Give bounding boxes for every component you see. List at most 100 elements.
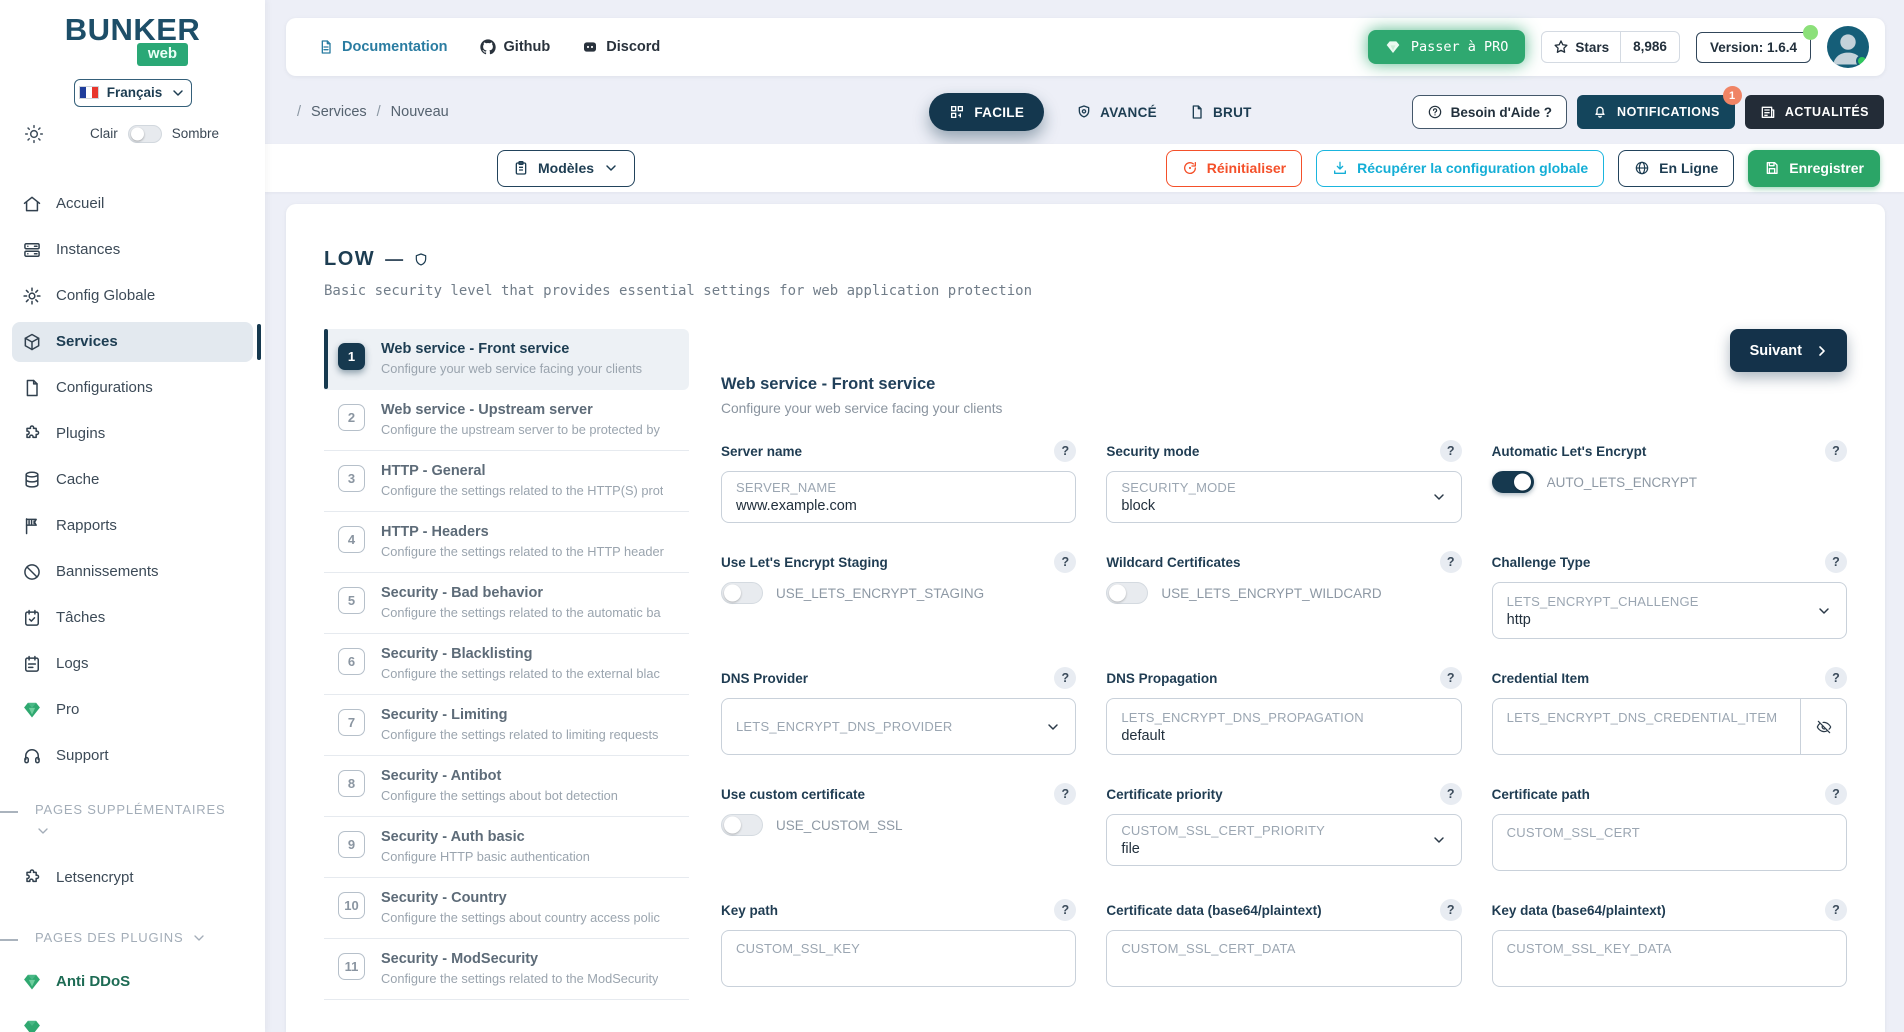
help-icon[interactable]: ? <box>1054 551 1076 573</box>
wizard-step-3[interactable]: 3 HTTP - General Configure the settings … <box>324 451 689 512</box>
help-icon[interactable]: ? <box>1054 899 1076 921</box>
input-placeholder: LETS_ENCRYPT_DNS_CREDENTIAL_ITEM <box>1507 710 1778 725</box>
field-lets-encrypt-staging: Use Let's Encrypt Staging ? USE_LETS_ENC… <box>721 551 1076 639</box>
tab-facile[interactable]: FACILE <box>929 93 1044 131</box>
use-custom-ssl-toggle[interactable] <box>721 814 763 836</box>
sidebar-item-cache[interactable]: Cache <box>12 460 253 500</box>
help-button[interactable]: Besoin d'Aide ? <box>1412 95 1567 129</box>
language-selector[interactable]: Français <box>74 79 192 107</box>
help-icon[interactable]: ? <box>1825 899 1847 921</box>
breadcrumb-services[interactable]: Services <box>311 104 367 120</box>
sidebar-item-taches[interactable]: Tâches <box>12 598 253 638</box>
security-mode-select[interactable]: SECURITY_MODE block <box>1106 471 1461 523</box>
wizard-step-8[interactable]: 8 Security - Antibot Configure the setti… <box>324 756 689 817</box>
toggle-visibility-button[interactable] <box>1800 699 1846 754</box>
help-icon[interactable]: ? <box>1825 440 1847 462</box>
field-dns-provider: DNS Provider ? LETS_ENCRYPT_DNS_PROVIDER <box>721 667 1076 755</box>
upgrade-pro-button[interactable]: Passer à PRO <box>1368 30 1526 64</box>
wizard-step-6[interactable]: 6 Security - Blacklisting Configure the … <box>324 634 689 695</box>
security-level-description: Basic security level that provides essen… <box>324 283 1847 299</box>
certificate-priority-select[interactable]: CUSTOM_SSL_CERT_PRIORITY file <box>1106 814 1461 866</box>
help-icon[interactable]: ? <box>1825 667 1847 689</box>
input-placeholder: LETS_ENCRYPT_CHALLENGE <box>1507 594 1804 609</box>
wizard-step-10[interactable]: 10 Security - Country Configure the sett… <box>324 878 689 939</box>
wizard-step-7[interactable]: 7 Security - Limiting Configure the sett… <box>324 695 689 756</box>
key-path-textarea[interactable]: CUSTOM_SSL_KEY <box>721 930 1076 987</box>
sidebar-item-bannissements[interactable]: Bannissements <box>12 552 253 592</box>
sidebar-item-support[interactable]: Support <box>12 736 253 776</box>
sidebar-item-anti-ddos[interactable]: Anti DDoS <box>12 962 253 1002</box>
sidebar-item-letsencrypt[interactable]: Letsencrypt <box>12 858 253 898</box>
sidebar-item-cropped[interactable] <box>12 1008 253 1032</box>
sidebar-item-rapports[interactable]: Rapports <box>12 506 253 546</box>
help-icon[interactable]: ? <box>1440 667 1462 689</box>
tab-avance[interactable]: AVANCÉ <box>1076 104 1157 120</box>
wildcard-certificates-toggle[interactable] <box>1106 582 1148 604</box>
news-button[interactable]: ACTUALITÉS <box>1745 95 1884 129</box>
sidebar-item-instances[interactable]: Instances <box>12 230 253 270</box>
lets-encrypt-staging-toggle[interactable] <box>721 582 763 604</box>
help-icon[interactable]: ? <box>1054 667 1076 689</box>
avatar[interactable] <box>1827 26 1869 68</box>
auto-lets-encrypt-toggle[interactable] <box>1492 471 1534 493</box>
dns-propagation-input[interactable]: LETS_ENCRYPT_DNS_PROPAGATION default <box>1106 698 1461 755</box>
chevron-down-icon[interactable] <box>35 823 51 839</box>
wizard-step-5[interactable]: 5 Security - Bad behavior Configure the … <box>324 573 689 634</box>
help-icon[interactable]: ? <box>1440 899 1462 921</box>
field-label: Certificate path <box>1492 787 1590 802</box>
help-icon[interactable]: ? <box>1825 551 1847 573</box>
sidebar-item-config-globale[interactable]: Config Globale <box>12 276 253 316</box>
notifications-button[interactable]: NOTIFICATIONS 1 <box>1577 95 1735 129</box>
wizard-step-2[interactable]: 2 Web service - Upstream server Configur… <box>324 390 689 451</box>
save-icon <box>1764 160 1780 176</box>
wizard-step-4[interactable]: 4 HTTP - Headers Configure the settings … <box>324 512 689 573</box>
field-server-name: Server name ? SERVER_NAME www.example.co… <box>721 440 1076 523</box>
sidebar-item-pro[interactable]: Pro <box>12 690 253 730</box>
sidebar-item-plugins[interactable]: Plugins <box>12 414 253 454</box>
help-icon[interactable]: ? <box>1440 783 1462 805</box>
discord-link[interactable]: Discord <box>582 39 660 55</box>
server-name-input[interactable]: SERVER_NAME www.example.com <box>721 471 1076 523</box>
wizard-step-1[interactable]: 1 Web service - Front service Configure … <box>324 329 689 390</box>
github-stars-badge[interactable]: Stars 8,986 <box>1541 31 1680 63</box>
credential-item-input[interactable]: LETS_ENCRYPT_DNS_CREDENTIAL_ITEM <box>1492 698 1847 755</box>
reset-button[interactable]: Réinitialiser <box>1166 150 1302 187</box>
breadcrumb-separator: / <box>297 104 301 120</box>
step-title: Security - Country <box>381 890 660 906</box>
chevron-down-icon <box>1045 719 1061 735</box>
templates-dropdown[interactable]: Modèles <box>497 150 635 187</box>
save-button[interactable]: Enregistrer <box>1748 150 1880 187</box>
sidebar-item-configurations[interactable]: Configurations <box>12 368 253 408</box>
online-button[interactable]: En Ligne <box>1618 150 1734 187</box>
certificate-path-textarea[interactable]: CUSTOM_SSL_CERT <box>1492 814 1847 871</box>
help-icon[interactable]: ? <box>1440 551 1462 573</box>
chevron-down-icon[interactable] <box>191 930 207 946</box>
dns-provider-select[interactable]: LETS_ENCRYPT_DNS_PROVIDER <box>721 698 1076 755</box>
sidebar-item-label: Anti DDoS <box>56 973 130 990</box>
theme-toggle[interactable] <box>128 125 162 143</box>
discord-icon <box>582 39 598 55</box>
key-data-textarea[interactable]: CUSTOM_SSL_KEY_DATA <box>1492 930 1847 987</box>
sidebar-item-accueil[interactable]: Accueil <box>12 184 253 224</box>
fetch-global-config-button[interactable]: Récupérer la configuration globale <box>1316 150 1604 187</box>
step-title: Security - Auth basic <box>381 829 590 845</box>
github-link[interactable]: Github <box>480 39 551 55</box>
wizard-step-11[interactable]: 11 Security - ModSecurity Configure the … <box>324 939 689 1000</box>
next-button[interactable]: Suivant <box>1730 329 1847 372</box>
help-icon[interactable]: ? <box>1825 783 1847 805</box>
help-icon[interactable]: ? <box>1440 440 1462 462</box>
tab-label: BRUT <box>1213 105 1252 120</box>
tab-label: AVANCÉ <box>1100 105 1157 120</box>
sidebar-item-logs[interactable]: Logs <box>12 644 253 684</box>
next-label: Suivant <box>1750 343 1802 359</box>
certificate-data-textarea[interactable]: CUSTOM_SSL_CERT_DATA <box>1106 930 1461 987</box>
documentation-link[interactable]: Documentation <box>318 39 448 55</box>
tab-brut[interactable]: BRUT <box>1189 104 1252 120</box>
gem-icon <box>22 1018 42 1032</box>
wizard-step-9[interactable]: 9 Security - Auth basic Configure HTTP b… <box>324 817 689 878</box>
help-icon[interactable]: ? <box>1054 783 1076 805</box>
logo-title: BUNKER <box>0 14 265 45</box>
challenge-type-select[interactable]: LETS_ENCRYPT_CHALLENGE http <box>1492 582 1847 639</box>
help-icon[interactable]: ? <box>1054 440 1076 462</box>
sidebar-item-services[interactable]: Services <box>12 322 253 362</box>
